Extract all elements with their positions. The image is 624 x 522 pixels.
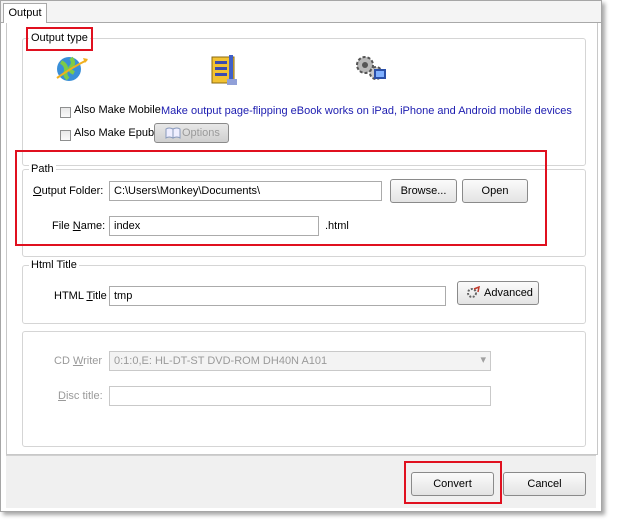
zip-archive-icon[interactable]: [209, 53, 239, 87]
file-name-input[interactable]: index: [109, 216, 319, 236]
chevron-down-icon: ▾: [480, 354, 486, 366]
file-extension-label: .html: [325, 220, 349, 232]
epub-options-button[interactable]: Options: [154, 123, 229, 143]
epub-options-label: Options: [182, 127, 220, 139]
settings-icon: [466, 285, 481, 308]
cd-group: CD Writer 0:1:0,E: HL-DT-ST DVD-ROM DH40…: [22, 331, 586, 447]
advanced-button[interactable]: Advanced: [457, 281, 539, 305]
also-make-mobile-label: Also Make Mobile: [74, 104, 161, 116]
mobile-description: Make output page-flipping eBook works on…: [161, 105, 572, 117]
output-panel: Output type Also Make Mobile Make output…: [6, 23, 598, 455]
cd-writer-select[interactable]: 0:1:0,E: HL-DT-ST DVD-ROM DH40N A101 ▾: [109, 351, 491, 371]
browse-button[interactable]: Browse...: [390, 179, 457, 203]
book-icon: [165, 127, 181, 145]
output-dialog: Output Output type Also Make Mobile Make…: [0, 0, 602, 512]
html-title-label: HTML Title: [54, 290, 107, 302]
also-make-epub-checkbox[interactable]: [60, 130, 71, 141]
html-title-group: Html Title HTML Title tmp Advanced: [22, 259, 586, 324]
footer-bar: Convert Cancel: [6, 455, 596, 508]
output-folder-label: Output Folder:: [33, 185, 104, 197]
file-name-label: File Name:: [52, 220, 106, 232]
cd-writer-label: CD Writer: [54, 355, 103, 367]
output-folder-input[interactable]: C:\Users\Monkey\Documents\: [109, 181, 382, 201]
output-type-group: Output type Also Make Mobile Make output…: [22, 32, 586, 166]
path-group: Path Output Folder: C:\Users\Monkey\Docu…: [22, 163, 586, 257]
html-title-input[interactable]: tmp: [109, 286, 446, 306]
also-make-mobile-checkbox[interactable]: [60, 107, 71, 118]
tab-output[interactable]: Output: [3, 3, 47, 23]
advanced-label: Advanced: [484, 287, 533, 299]
disc-title-label: Disc title:: [58, 390, 103, 402]
convert-button[interactable]: Convert: [411, 472, 494, 496]
gears-icon[interactable]: [353, 53, 389, 85]
open-button[interactable]: Open: [462, 179, 528, 203]
output-type-title: Output type: [29, 32, 90, 44]
disc-title-input[interactable]: [109, 386, 491, 406]
path-title: Path: [29, 163, 56, 175]
tab-strip: Output: [1, 1, 601, 23]
cd-writer-value: 0:1:0,E: HL-DT-ST DVD-ROM DH40N A101: [114, 355, 328, 367]
cancel-button[interactable]: Cancel: [503, 472, 586, 496]
globe-icon[interactable]: [53, 54, 89, 86]
html-title-title: Html Title: [29, 259, 79, 271]
also-make-epub-label: Also Make Epub: [74, 127, 155, 139]
